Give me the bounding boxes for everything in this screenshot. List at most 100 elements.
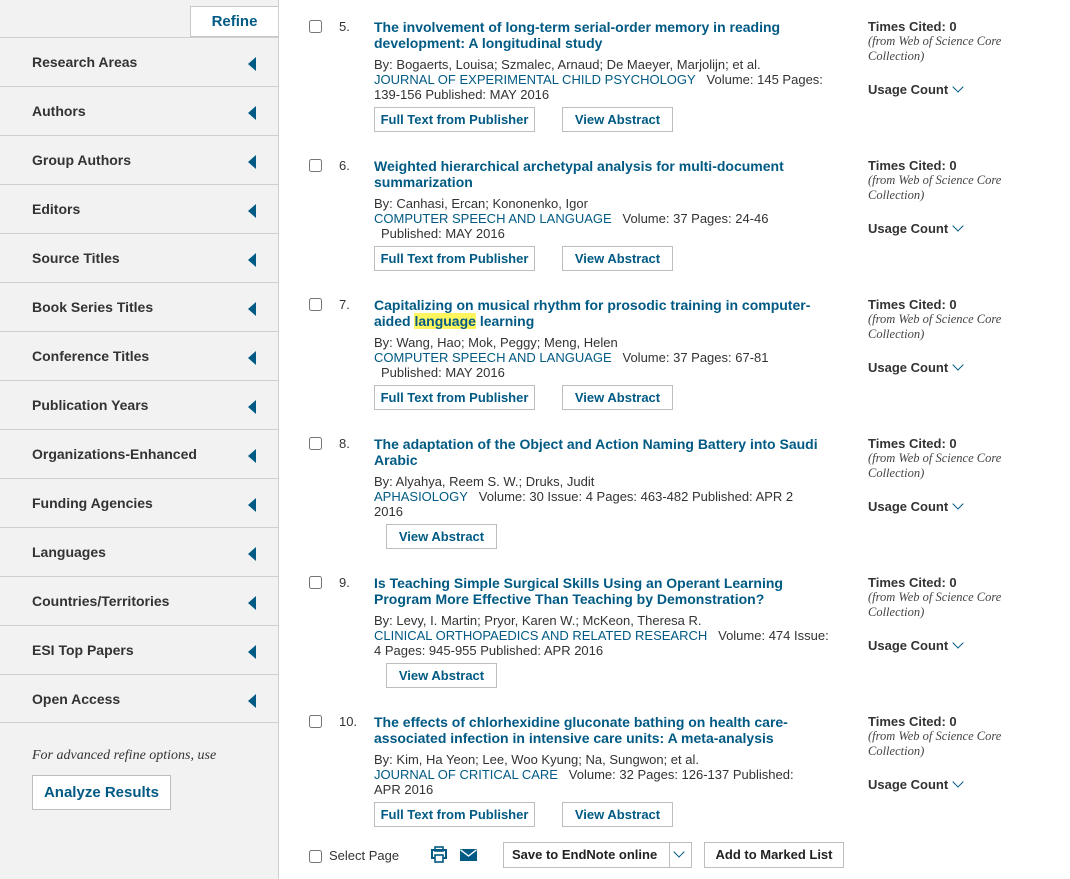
- expand-arrow-icon: [248, 596, 256, 610]
- journal-link[interactable]: JOURNAL OF CRITICAL CARE: [374, 767, 558, 782]
- view-abstract-button[interactable]: View Abstract: [386, 663, 497, 688]
- expand-arrow-icon: [248, 57, 256, 71]
- facet-source-titles[interactable]: Source Titles: [0, 233, 278, 282]
- title-text: learning: [475, 313, 535, 329]
- journal-link[interactable]: CLINICAL ORTHOPAEDICS AND RELATED RESEAR…: [374, 628, 707, 643]
- refine-sidebar: Refine Research Areas Authors Group Auth…: [0, 0, 279, 879]
- facet-authors[interactable]: Authors: [0, 86, 278, 135]
- facet-esi-top-papers[interactable]: ESI Top Papers: [0, 625, 278, 674]
- result-record: 10. The effects of chlorhexidine glucona…: [300, 714, 1070, 853]
- facet-label: Source Titles: [32, 250, 120, 266]
- analyze-results-button[interactable]: Analyze Results: [32, 775, 171, 810]
- record-title-link[interactable]: The effects of chlorhexidine gluconate b…: [374, 714, 824, 746]
- result-record: 9. Is Teaching Simple Surgical Skills Us…: [300, 575, 1070, 714]
- save-options-dropdown[interactable]: [669, 842, 692, 868]
- record-title-line: associated infection in intensive care u…: [374, 730, 774, 746]
- result-record: 5. The involvement of long-term serial-o…: [300, 19, 1070, 158]
- facet-countries-territories[interactable]: Countries/Territories: [0, 576, 278, 625]
- view-abstract-button[interactable]: View Abstract: [562, 107, 673, 132]
- record-checkbox[interactable]: [309, 20, 322, 33]
- chevron-down-icon: [952, 498, 964, 510]
- record-title-line: development: A longitudinal study: [374, 35, 603, 51]
- usage-count-toggle[interactable]: Usage Count: [868, 637, 964, 653]
- save-to-endnote-button[interactable]: Save to EndNote online: [503, 842, 669, 868]
- record-title-line: Capitalizing on musical rhythm for proso…: [374, 297, 811, 313]
- record-title-line: The involvement of long-term serial-orde…: [374, 19, 781, 35]
- record-source: CLINICAL ORTHOPAEDICS AND RELATED RESEAR…: [374, 628, 844, 643]
- usage-count-toggle[interactable]: Usage Count: [868, 220, 964, 236]
- usage-count-label: Usage Count: [868, 82, 949, 97]
- usage-count-toggle[interactable]: Usage Count: [868, 359, 964, 375]
- facet-open-access[interactable]: Open Access: [0, 674, 278, 723]
- usage-count-toggle[interactable]: Usage Count: [868, 498, 964, 514]
- record-title-line: The adaptation of the Object and Action …: [374, 436, 818, 452]
- facet-group-authors[interactable]: Group Authors: [0, 135, 278, 184]
- record-title-link[interactable]: Weighted hierarchical archetypal analysi…: [374, 158, 824, 190]
- add-to-marked-list-button[interactable]: Add to Marked List: [704, 842, 844, 868]
- record-title-link[interactable]: The adaptation of the Object and Action …: [374, 436, 824, 468]
- record-title-link[interactable]: Is Teaching Simple Surgical Skills Using…: [374, 575, 824, 607]
- expand-arrow-icon: [248, 400, 256, 414]
- record-title-link[interactable]: The involvement of long-term serial-orde…: [374, 19, 824, 51]
- full-text-button[interactable]: Full Text from Publisher: [374, 385, 535, 410]
- record-checkbox[interactable]: [309, 159, 322, 172]
- facet-book-series-titles[interactable]: Book Series Titles: [0, 282, 278, 331]
- print-icon[interactable]: [431, 846, 447, 863]
- usage-count-toggle[interactable]: Usage Count: [868, 81, 964, 97]
- full-text-button[interactable]: Full Text from Publisher: [374, 107, 535, 132]
- full-text-button[interactable]: Full Text from Publisher: [374, 802, 535, 827]
- journal-link[interactable]: COMPUTER SPEECH AND LANGUAGE: [374, 211, 612, 226]
- select-page-checkbox[interactable]: [309, 850, 322, 863]
- expand-arrow-icon: [248, 547, 256, 561]
- email-icon[interactable]: [460, 849, 477, 861]
- search-term-highlight: language: [414, 313, 476, 329]
- facet-languages[interactable]: Languages: [0, 527, 278, 576]
- journal-link[interactable]: APHASIOLOGY: [374, 489, 468, 504]
- facet-research-areas[interactable]: Research Areas: [0, 37, 278, 86]
- times-cited-block: Times Cited: 0 (from Web of Science Core…: [868, 575, 1068, 620]
- facet-label: Research Areas: [32, 54, 138, 70]
- record-checkbox[interactable]: [309, 576, 322, 589]
- journal-link[interactable]: JOURNAL OF EXPERIMENTAL CHILD PSYCHOLOGY: [374, 72, 696, 87]
- usage-count-label: Usage Count: [868, 777, 949, 792]
- record-number: 10.: [339, 714, 358, 729]
- view-abstract-button[interactable]: View Abstract: [562, 802, 673, 827]
- result-record: 8. The adaptation of the Object and Acti…: [300, 436, 1070, 575]
- refine-button[interactable]: Refine: [190, 6, 278, 37]
- chevron-down-icon: [952, 637, 964, 649]
- facet-funding-agencies[interactable]: Funding Agencies: [0, 478, 278, 527]
- record-details: Volume: 145 Pages:: [706, 72, 823, 87]
- record-checkbox[interactable]: [309, 437, 322, 450]
- facet-publication-years[interactable]: Publication Years: [0, 380, 278, 429]
- view-abstract-button[interactable]: View Abstract: [386, 524, 497, 549]
- facet-label: Open Access: [32, 691, 121, 707]
- usage-count-label: Usage Count: [868, 360, 949, 375]
- record-checkbox[interactable]: [309, 298, 322, 311]
- record-authors: By: Kim, Ha Yeon; Lee, Woo Kyung; Na, Su…: [374, 752, 699, 767]
- times-cited-note: (from Web of Science Core: [868, 590, 1002, 604]
- full-text-button[interactable]: Full Text from Publisher: [374, 246, 535, 271]
- record-number: 9.: [339, 575, 350, 590]
- usage-count-toggle[interactable]: Usage Count: [868, 776, 964, 792]
- record-authors: By: Alyahya, Reem S. W.; Druks, Judit: [374, 474, 595, 489]
- view-abstract-button[interactable]: View Abstract: [562, 385, 673, 410]
- facet-editors[interactable]: Editors: [0, 184, 278, 233]
- facet-conference-titles[interactable]: Conference Titles: [0, 331, 278, 380]
- title-text: aided: [374, 313, 415, 329]
- record-authors: By: Bogaerts, Louisa; Szmalec, Arnaud; D…: [374, 57, 761, 72]
- record-checkbox[interactable]: [309, 715, 322, 728]
- times-cited-note: (from Web of Science Core: [868, 173, 1002, 187]
- times-cited: Times Cited: 0: [868, 297, 957, 312]
- record-title-link[interactable]: Capitalizing on musical rhythm for proso…: [374, 297, 824, 329]
- record-number: 7.: [339, 297, 350, 312]
- record-details: 139-156 Published: MAY 2016: [374, 87, 550, 102]
- record-details: Volume: 37 Pages: 24-46: [622, 211, 769, 226]
- facet-label: Conference Titles: [32, 348, 150, 364]
- record-number: 8.: [339, 436, 350, 451]
- facet-organizations-enhanced[interactable]: Organizations-Enhanced: [0, 429, 278, 478]
- view-abstract-button[interactable]: View Abstract: [562, 246, 673, 271]
- record-source: APHASIOLOGY Volume: 30 Issue: 4 Pages: 4…: [374, 489, 844, 504]
- journal-link[interactable]: COMPUTER SPEECH AND LANGUAGE: [374, 350, 612, 365]
- record-source: JOURNAL OF CRITICAL CARE Volume: 32 Page…: [374, 767, 844, 782]
- expand-arrow-icon: [248, 645, 256, 659]
